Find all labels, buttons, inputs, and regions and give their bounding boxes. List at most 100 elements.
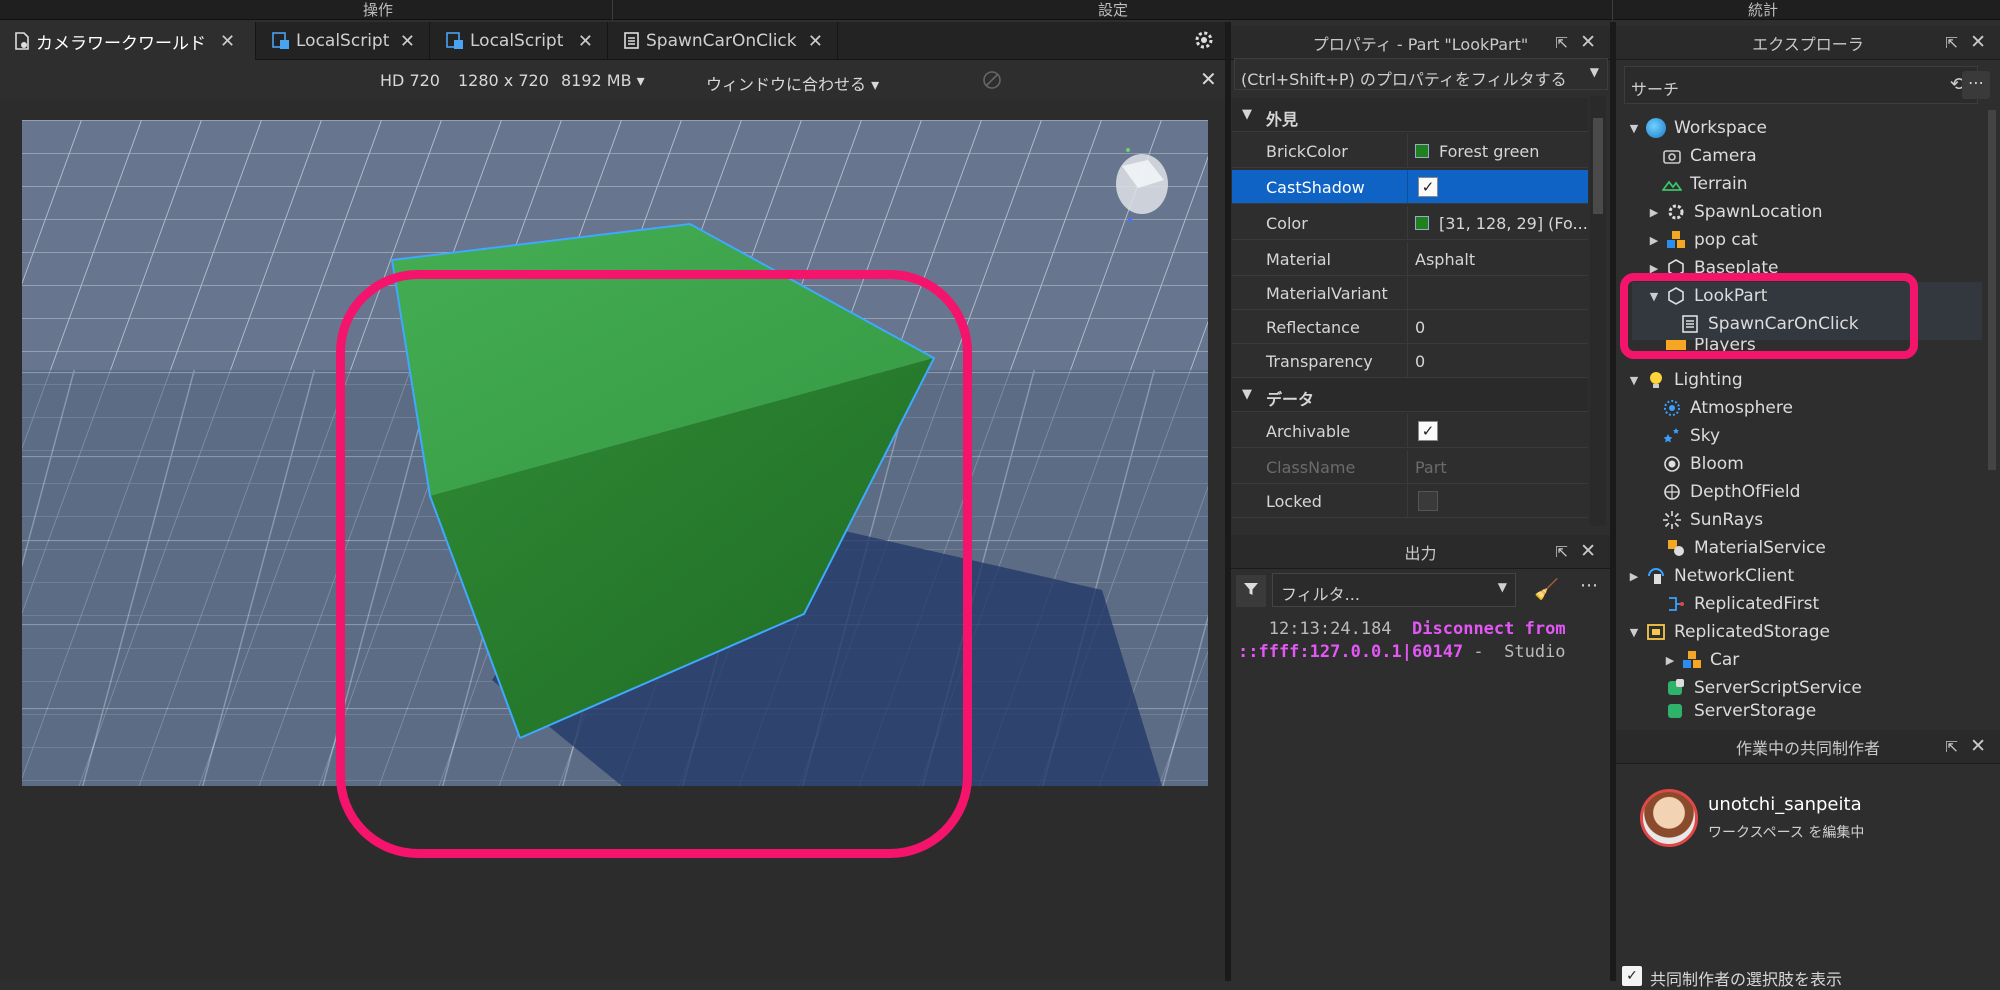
tree-item-materialservice[interactable]: MaterialService xyxy=(1646,534,1826,562)
undock-icon[interactable]: ⇱ xyxy=(1945,738,1958,756)
rotate-disabled-icon[interactable] xyxy=(982,70,1002,90)
prop-value[interactable]: 0 xyxy=(1415,352,1425,371)
castshadow-checkbox[interactable]: ✓ xyxy=(1418,177,1438,197)
output-filter-dropdown[interactable]: フィルタ... ▼ xyxy=(1272,573,1516,607)
tree-label: ServerScriptService xyxy=(1694,678,1862,698)
close-icon[interactable]: ✕ xyxy=(400,31,415,52)
depth-of-field-icon xyxy=(1662,482,1682,502)
tree-item-serverscriptservice[interactable]: ServerScriptService xyxy=(1646,674,1862,702)
prop-color[interactable]: Color [31, 128, 29] (Fo... xyxy=(1232,206,1588,240)
show-collab-selection-label: 共同制作者の選択肢を表示 xyxy=(1650,970,1843,989)
tree-item-serverstorage[interactable]: ServerStorage xyxy=(1646,702,1816,720)
tree-label: Camera xyxy=(1690,146,1757,166)
fit-window-dropdown[interactable]: ウィンドウに合わせる ▾ xyxy=(706,71,879,95)
tab-localscript-2[interactable]: LocalScript ✕ xyxy=(432,22,608,60)
tree-item-replicatedfirst[interactable]: ReplicatedFirst xyxy=(1646,590,1819,618)
close-icon[interactable]: ✕ xyxy=(578,31,593,52)
menu-stats[interactable]: 統計 xyxy=(1748,0,1778,20)
explorer-search-input[interactable]: サーチ ⟲ xyxy=(1624,66,1978,104)
collaborator-name: unotchi_sanpeita xyxy=(1708,794,1862,815)
close-icon[interactable]: ✕ xyxy=(1580,540,1596,562)
resolution-label[interactable]: HD 720 xyxy=(380,71,440,90)
network-icon xyxy=(1646,566,1666,586)
more-options-icon[interactable]: ⋯ xyxy=(1580,575,1598,596)
tree-item-bloom[interactable]: Bloom xyxy=(1662,450,1744,478)
collapse-icon[interactable]: ▼ xyxy=(1242,387,1252,402)
camera-icon xyxy=(1662,146,1682,166)
editor-tabs: カメラワークワールド ✕ LocalScript ✕ LocalScript ✕… xyxy=(0,22,1225,60)
tree-item-depthoffield[interactable]: DepthOfField xyxy=(1662,478,1800,506)
close-icon[interactable]: ✕ xyxy=(1970,31,1986,53)
tree-item-sunrays[interactable]: SunRays xyxy=(1662,506,1763,534)
show-collab-selection-checkbox[interactable]: ✓ xyxy=(1622,966,1642,986)
prop-locked[interactable]: Locked xyxy=(1232,484,1588,518)
prop-reflectance[interactable]: Reflectance 0 xyxy=(1232,310,1588,344)
tree-item-car[interactable]: ▶ Car xyxy=(1646,646,1740,674)
prop-value[interactable]: 0 xyxy=(1415,318,1425,337)
prop-archivable[interactable]: Archivable ✓ xyxy=(1232,414,1588,448)
menu-settings[interactable]: 設定 xyxy=(1098,0,1128,20)
tree-label: ReplicatedFirst xyxy=(1694,594,1820,614)
category-label: 外見 xyxy=(1266,110,1299,129)
prop-name: CastShadow xyxy=(1266,178,1365,197)
collaborators-header: 作業中の共同制作者 ⇱ ✕ xyxy=(1616,730,2000,764)
filter-funnel-icon[interactable] xyxy=(1236,575,1266,607)
gear-icon[interactable] xyxy=(1192,28,1216,52)
close-icon[interactable]: ✕ xyxy=(220,31,235,52)
close-icon[interactable]: ✕ xyxy=(1580,31,1596,53)
prop-brickcolor[interactable]: BrickColor Forest green xyxy=(1232,134,1588,168)
explorer-scrollbar[interactable] xyxy=(1988,110,1996,470)
prop-castshadow[interactable]: CastShadow ✓ xyxy=(1232,170,1588,204)
undock-icon[interactable]: ⇱ xyxy=(1555,543,1568,561)
tree-item-sky[interactable]: Sky xyxy=(1662,422,1720,450)
menu-operate[interactable]: 操作 xyxy=(363,0,393,20)
archivable-checkbox[interactable]: ✓ xyxy=(1418,421,1438,441)
locked-checkbox[interactable] xyxy=(1418,491,1438,511)
tab-label: SpawnCarOnClick xyxy=(646,31,797,51)
tab-label: カメラワークワールド xyxy=(36,33,206,54)
close-icon[interactable]: ✕ xyxy=(808,31,823,52)
tree-item-lighting[interactable]: ▼ Lighting xyxy=(1626,366,1743,394)
prop-transparency[interactable]: Transparency 0 xyxy=(1232,344,1588,378)
avatar[interactable] xyxy=(1640,789,1698,847)
prop-value[interactable]: Forest green xyxy=(1415,142,1539,161)
tree-item-camera[interactable]: Camera xyxy=(1662,142,1757,170)
explorer-header: エクスプローラ ⇱ ✕ xyxy=(1616,26,2000,60)
output-log: 12:13:24.184 Disconnect from ::ffff:127.… xyxy=(1238,618,1566,664)
category-data[interactable]: ▼ データ xyxy=(1232,378,1588,412)
tree-item-popcat[interactable]: ▶ pop cat xyxy=(1646,226,1758,254)
undock-icon[interactable]: ⇱ xyxy=(1945,34,1958,52)
model-icon xyxy=(1682,650,1702,670)
close-icon[interactable]: ✕ xyxy=(1200,67,1217,91)
tab-camera-world[interactable]: カメラワークワールド ✕ xyxy=(0,22,256,60)
category-appearance[interactable]: ▼ 外見 xyxy=(1232,98,1588,132)
chevron-down-icon[interactable]: ▼ xyxy=(1590,65,1599,79)
prop-value[interactable]: [31, 128, 29] (Fo... xyxy=(1415,214,1588,233)
tab-localscript-1[interactable]: LocalScript ✕ xyxy=(258,22,430,60)
tree-item-networkclient[interactable]: ▶ NetworkClient xyxy=(1626,562,1794,590)
tree-item-terrain[interactable]: Terrain xyxy=(1661,170,1748,198)
tree-item-atmosphere[interactable]: Atmosphere xyxy=(1662,394,1793,422)
tree-item-spawnlocation[interactable]: ▶ SpawnLocation xyxy=(1646,198,1823,226)
properties-filter-input[interactable]: (Ctrl+Shift+P) のプロパティをフィルタする ▼ xyxy=(1234,58,1608,90)
color-swatch xyxy=(1415,216,1429,230)
clear-broom-icon[interactable]: 🧹 xyxy=(1534,577,1559,601)
more-options-icon[interactable]: ⋯ xyxy=(1962,71,1990,99)
filter-placeholder: フィルタ... xyxy=(1281,585,1360,604)
scroll-thumb[interactable] xyxy=(1593,118,1603,214)
collapse-icon[interactable]: ▼ xyxy=(1242,107,1252,122)
prop-value-text: Forest green xyxy=(1439,142,1540,161)
menu-separator xyxy=(1612,0,1613,20)
memory-dropdown[interactable]: 8192 MB ▾ xyxy=(561,71,645,90)
tree-item-replicatedstorage[interactable]: ▼ ReplicatedStorage xyxy=(1626,618,1830,646)
close-icon[interactable]: ✕ xyxy=(1970,735,1986,757)
menu-separator xyxy=(612,0,613,20)
search-placeholder: サーチ xyxy=(1631,80,1680,99)
prop-value[interactable]: Asphalt xyxy=(1415,250,1475,269)
prop-materialvariant[interactable]: MaterialVariant xyxy=(1232,276,1588,310)
undock-icon[interactable]: ⇱ xyxy=(1555,34,1568,52)
tree-item-workspace[interactable]: ▼ Workspace xyxy=(1626,114,1767,142)
tab-spawncaronclick[interactable]: SpawnCarOnClick ✕ xyxy=(610,22,838,60)
prop-name: Color xyxy=(1266,214,1308,233)
prop-material[interactable]: Material Asphalt xyxy=(1232,242,1588,276)
